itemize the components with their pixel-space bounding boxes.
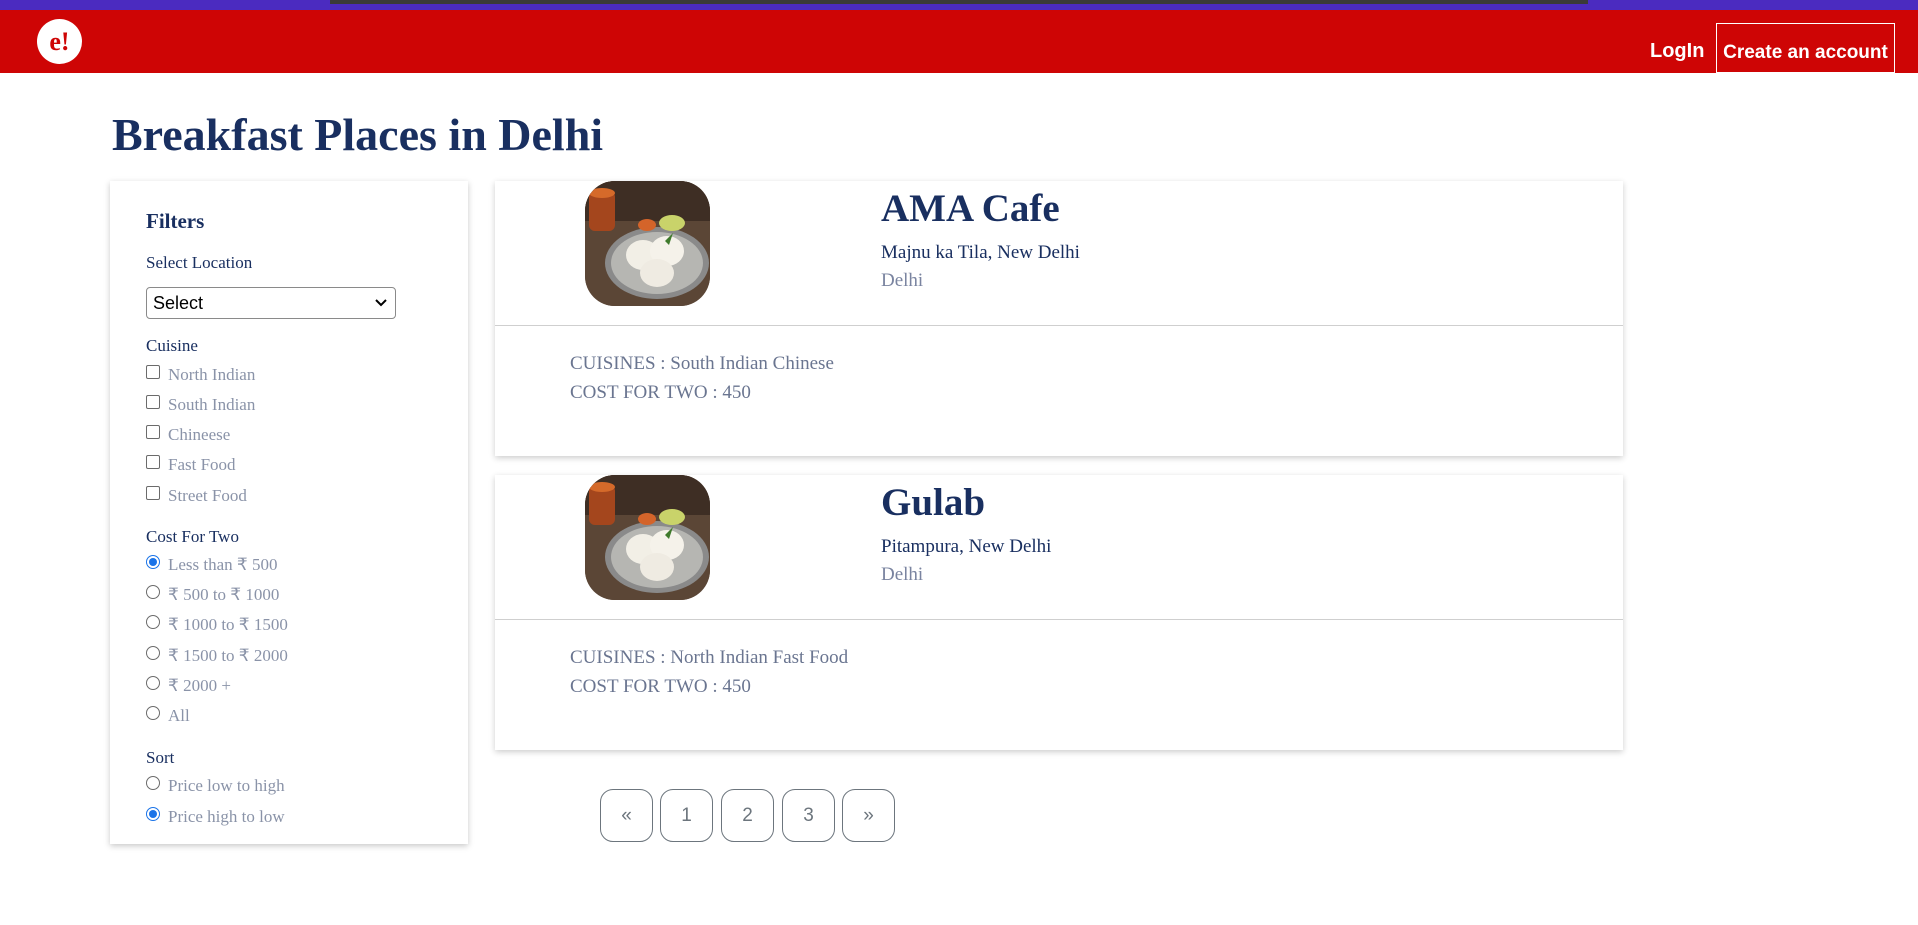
cost-label: Cost For Two xyxy=(146,527,239,546)
cost-option-all[interactable]: All xyxy=(146,706,190,726)
filters-title: Filters xyxy=(146,209,205,233)
sort-high-to-low-option[interactable]: Price high to low xyxy=(146,807,285,827)
radio-button[interactable] xyxy=(146,706,160,720)
restaurant-address: Pitampura, New Delhi xyxy=(881,536,1052,557)
option-label: Street Food xyxy=(168,486,247,505)
create-account-button[interactable]: Create an account xyxy=(1716,23,1895,73)
location-label: Select Location xyxy=(146,253,253,272)
cuisine-south-indian-option[interactable]: South Indian xyxy=(146,395,255,415)
cuisine-street-food-option[interactable]: Street Food xyxy=(146,486,247,506)
option-label: All xyxy=(168,706,190,725)
restaurant-card[interactable]: Gulab Pitampura, New Delhi Delhi CUISINE… xyxy=(495,475,1623,750)
checkbox[interactable] xyxy=(146,455,160,469)
radio-button[interactable] xyxy=(146,776,160,790)
sort-label: Sort xyxy=(146,748,175,767)
cost-option-1500-2000[interactable]: ₹ 1500 to ₹ 2000 xyxy=(146,646,288,666)
checkbox[interactable] xyxy=(146,425,160,439)
option-label: Price high to low xyxy=(168,807,285,826)
option-label: South Indian xyxy=(168,395,256,414)
sort-low-to-high-option[interactable]: Price low to high xyxy=(146,776,285,796)
tab-bar-shadow xyxy=(330,0,1588,4)
location-select[interactable]: Select xyxy=(146,287,396,319)
cost-option-500-1000[interactable]: ₹ 500 to ₹ 1000 xyxy=(146,585,279,605)
restaurant-name[interactable]: Gulab xyxy=(881,480,985,525)
restaurant-city: Delhi xyxy=(881,270,924,291)
restaurant-thumbnail xyxy=(585,181,710,306)
cost-option-1000-1500[interactable]: ₹ 1000 to ₹ 1500 xyxy=(146,615,288,635)
checkbox[interactable] xyxy=(146,365,160,379)
cost-option-lt-500[interactable]: Less than ₹ 500 xyxy=(146,555,278,575)
card-divider xyxy=(495,619,1623,620)
option-label: ₹ 1000 to ₹ 1500 xyxy=(168,615,288,634)
logo[interactable]: e! xyxy=(37,19,82,64)
restaurant-city: Delhi xyxy=(881,564,924,585)
pagination-next-button[interactable]: » xyxy=(842,789,895,842)
browser-top-strip xyxy=(0,0,1918,10)
radio-button[interactable] xyxy=(146,646,160,660)
cuisine-north-indian-option[interactable]: North Indian xyxy=(146,365,255,385)
restaurant-cost: COST FOR TWO : 450 xyxy=(570,382,751,403)
cuisine-fast-food-option[interactable]: Fast Food xyxy=(146,455,236,475)
option-label: Fast Food xyxy=(168,455,236,474)
restaurant-card[interactable]: AMA Cafe Majnu ka Tila, New Delhi Delhi … xyxy=(495,181,1623,456)
filters-panel: Filters Select Location Select Cuisine N… xyxy=(110,181,468,844)
radio-button[interactable] xyxy=(146,555,160,569)
pagination-page-3[interactable]: 3 xyxy=(782,789,835,842)
radio-button[interactable] xyxy=(146,676,160,690)
pagination-page-2[interactable]: 2 xyxy=(721,789,774,842)
restaurant-cost: COST FOR TWO : 450 xyxy=(570,676,751,697)
restaurant-cuisines: CUISINES : North Indian Fast Food xyxy=(570,647,849,668)
radio-button[interactable] xyxy=(146,807,160,821)
option-label: ₹ 1500 to ₹ 2000 xyxy=(168,646,288,665)
restaurant-cuisines: CUISINES : South Indian Chinese xyxy=(570,353,834,374)
card-divider xyxy=(495,325,1623,326)
option-label: ₹ 500 to ₹ 1000 xyxy=(168,585,280,604)
restaurant-address: Majnu ka Tila, New Delhi xyxy=(881,242,1080,263)
cuisine-label: Cuisine xyxy=(146,336,198,355)
radio-button[interactable] xyxy=(146,585,160,599)
checkbox[interactable] xyxy=(146,395,160,409)
cost-option-2000-plus[interactable]: ₹ 2000 + xyxy=(146,676,231,696)
option-label: Less than ₹ 500 xyxy=(168,555,278,574)
site-header: e! LogIn Create an account xyxy=(0,10,1918,73)
location-select-value: Select xyxy=(153,293,204,313)
option-label: North Indian xyxy=(168,365,256,384)
option-label: Chineese xyxy=(168,425,231,444)
restaurant-name[interactable]: AMA Cafe xyxy=(881,186,1060,231)
chevron-down-icon xyxy=(375,288,387,328)
option-label: Price low to high xyxy=(168,776,285,795)
restaurant-thumbnail xyxy=(585,475,710,600)
cuisine-chinese-option[interactable]: Chineese xyxy=(146,425,230,445)
pagination-prev-button[interactable]: « xyxy=(600,789,653,842)
checkbox[interactable] xyxy=(146,486,160,500)
option-label: ₹ 2000 + xyxy=(168,676,231,695)
radio-button[interactable] xyxy=(146,615,160,629)
page-title: Breakfast Places in Delhi xyxy=(112,109,604,160)
login-button[interactable]: LogIn xyxy=(1650,40,1704,63)
pagination-page-1[interactable]: 1 xyxy=(660,789,713,842)
